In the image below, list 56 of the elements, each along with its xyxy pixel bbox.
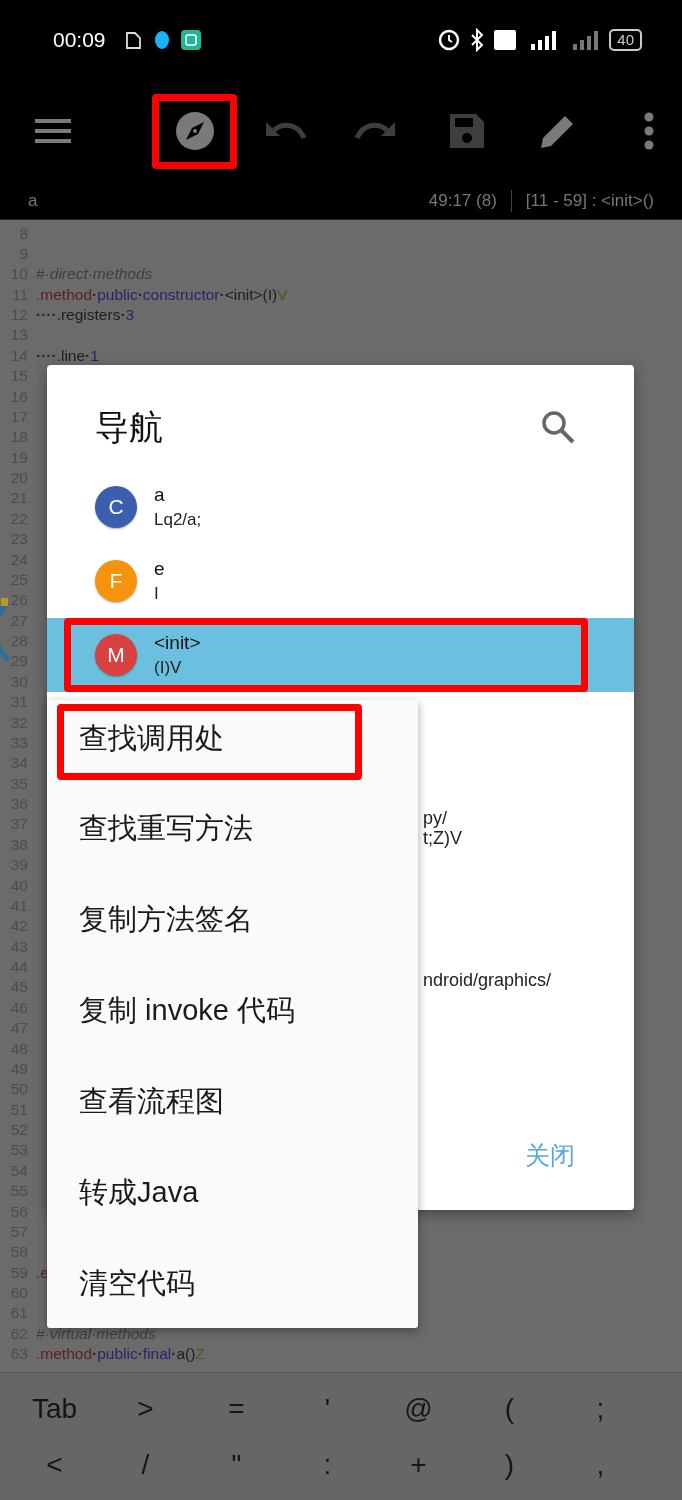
- member-avatar: F: [95, 560, 137, 602]
- member-signature: (I)V: [154, 657, 183, 679]
- compass-icon: [174, 111, 215, 151]
- menu-item[interactable]: 清空代码: [47, 1238, 418, 1329]
- symbol-key[interactable]: @: [373, 1381, 464, 1437]
- menu-item[interactable]: 复制 invoke 代码: [47, 965, 418, 1056]
- method-range: [11 - 59] : <init>(): [525, 189, 654, 212]
- close-button[interactable]: 关闭: [517, 1133, 583, 1179]
- alarm-icon: [437, 28, 462, 52]
- app-icon: [179, 29, 202, 51]
- code-line: ····.line·1: [35, 345, 99, 366]
- member-signature: ndroid/graphics/: [423, 970, 552, 990]
- member-name: e: [154, 557, 165, 581]
- symbol-key[interactable]: ": [191, 1437, 282, 1493]
- navigation-item[interactable]: M <init> (I)V: [47, 618, 634, 692]
- cursor-position: 49:17 (8): [428, 189, 497, 212]
- navigation-item[interactable]: C a Lq2/a;: [47, 470, 634, 544]
- battery-level: 40: [609, 29, 642, 51]
- dialog-title: 导航: [95, 407, 163, 448]
- menu-item[interactable]: 查看流程图: [47, 1056, 418, 1147]
- search-icon: [540, 409, 576, 445]
- code-line: .method·public·constructor·<init>(I)V: [35, 284, 288, 305]
- menu-item[interactable]: 查找重写方法: [47, 783, 418, 874]
- compass-button[interactable]: [152, 93, 237, 169]
- symbol-key[interactable]: Tab: [9, 1381, 100, 1437]
- navigation-item[interactable]: F e I: [47, 544, 634, 618]
- member-name: a: [154, 483, 166, 507]
- member-name: <init>: [154, 631, 201, 655]
- search-button[interactable]: [540, 409, 576, 445]
- symbol-key[interactable]: =: [191, 1381, 282, 1437]
- file-name: a: [28, 189, 38, 212]
- clock-time: 00:09: [53, 27, 106, 54]
- menu-icon: [33, 116, 73, 146]
- symbol-key[interactable]: >: [100, 1381, 191, 1437]
- more-icon: [643, 111, 655, 151]
- code-line: .method·public·final·a()Z: [35, 1344, 205, 1365]
- symbol-key[interactable]: /: [100, 1437, 191, 1493]
- symbol-key[interactable]: <: [9, 1437, 100, 1493]
- code-line: ····.registers·3: [35, 305, 135, 326]
- menu-item[interactable]: 复制方法签名: [47, 874, 418, 965]
- symbol-key[interactable]: +: [373, 1437, 464, 1493]
- menu-item[interactable]: 查找调用处: [47, 701, 418, 777]
- symbol-key[interactable]: ': [282, 1381, 373, 1437]
- bluetooth-icon: [469, 28, 486, 52]
- symbol-key[interactable]: ,: [555, 1437, 646, 1493]
- symbol-key[interactable]: :: [282, 1437, 373, 1493]
- symbol-key[interactable]: ): [464, 1437, 555, 1493]
- symbol-key[interactable]: (: [464, 1381, 555, 1437]
- member-signature: I: [154, 583, 160, 605]
- symbol-key[interactable]: ;: [555, 1381, 646, 1437]
- menu-item[interactable]: 转成Java: [47, 1147, 418, 1238]
- member-avatar: C: [95, 486, 137, 528]
- square-logo-icon: [493, 28, 518, 52]
- member-signature: Lq2/a;: [154, 509, 202, 531]
- member-signature: py/ t;Z)V: [423, 808, 462, 848]
- member-avatar: M: [95, 634, 137, 676]
